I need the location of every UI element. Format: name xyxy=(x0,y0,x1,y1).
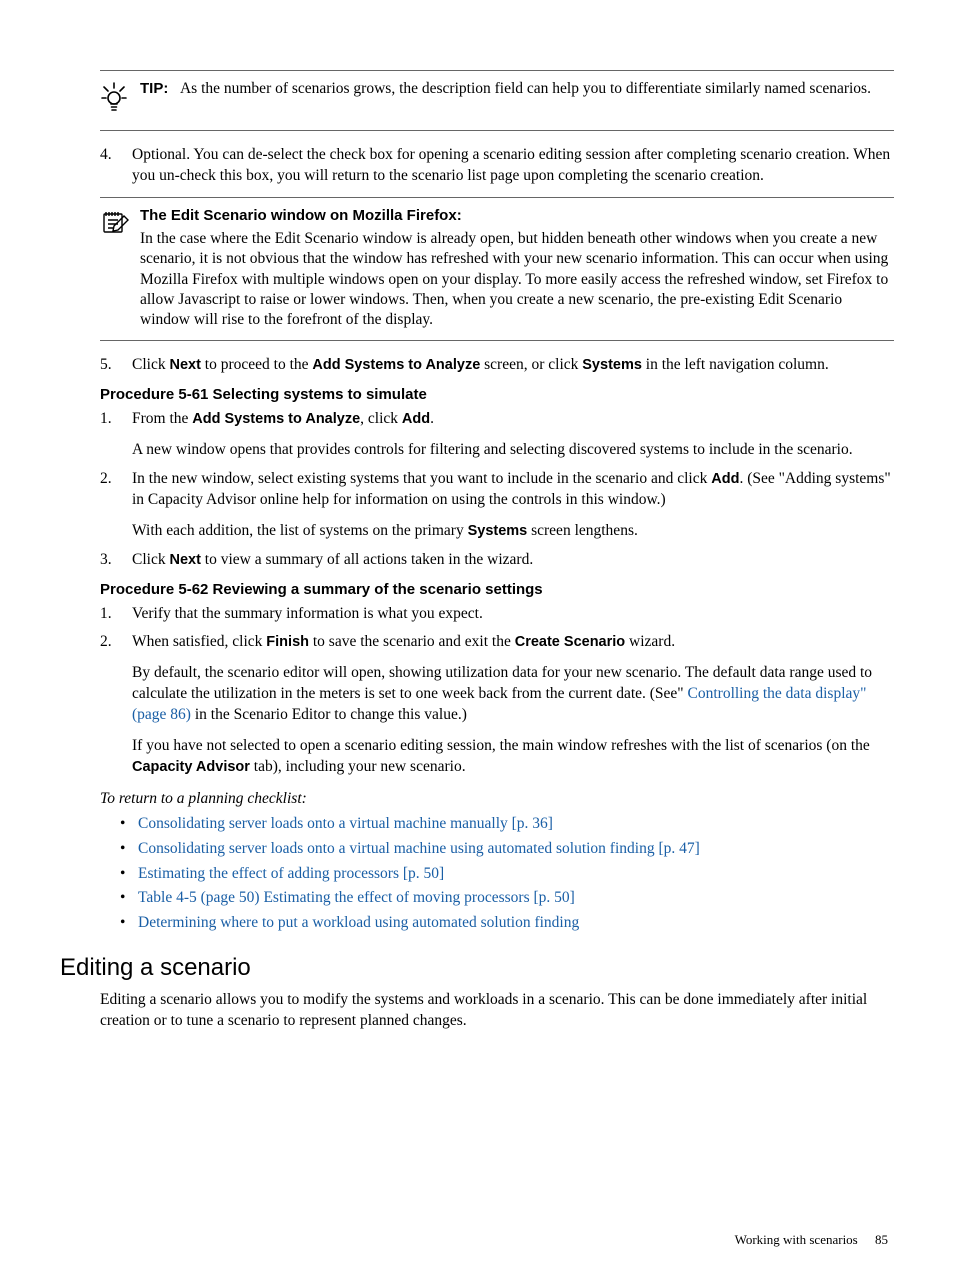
bold: Next xyxy=(169,552,200,568)
list-number: 1. xyxy=(100,604,132,625)
bold: Next xyxy=(169,357,200,373)
text: Click xyxy=(132,551,169,568)
step4-text: Optional. You can de-select the check bo… xyxy=(132,145,894,187)
proc61-step2: 2. In the new window, select existing sy… xyxy=(100,469,894,542)
link-table-4-5-moving-processors[interactable]: Table 4-5 (page 50) Estimating the effec… xyxy=(138,889,575,906)
text: With each addition, the list of systems … xyxy=(132,522,468,539)
text: in the Scenario Editor to change this va… xyxy=(191,706,467,723)
bold: Add Systems to Analyze xyxy=(192,411,360,427)
note-block: The Edit Scenario window on Mozilla Fire… xyxy=(100,197,894,341)
lightbulb-icon xyxy=(100,79,140,120)
text: screen, or click xyxy=(480,356,582,373)
text: In the new window, select existing syste… xyxy=(132,470,711,487)
proc61-step1: 1. From the Add Systems to Analyze, clic… xyxy=(100,409,894,461)
text: When satisfied, click xyxy=(132,633,266,650)
bold: Add xyxy=(711,471,739,487)
list-number: 2. xyxy=(100,469,132,542)
procedure-5-61-list: 1. From the Add Systems to Analyze, clic… xyxy=(100,409,894,571)
note-title: The Edit Scenario window on Mozilla Fire… xyxy=(140,206,894,226)
text: Click xyxy=(132,356,169,373)
list-body: In the new window, select existing syste… xyxy=(132,469,894,542)
list-body: Click Next to proceed to the Add Systems… xyxy=(132,355,894,376)
list-number: 1. xyxy=(100,409,132,461)
procedure-5-62-list: 1. Verify that the summary information i… xyxy=(100,604,894,778)
procedure-5-62-heading: Procedure 5-62 Reviewing a summary of th… xyxy=(100,581,894,598)
step-4: 4. Optional. You can de-select the check… xyxy=(100,145,894,187)
page: TIP: As the number of scenarios grows, t… xyxy=(0,0,954,1278)
text: to view a summary of all actions taken i… xyxy=(201,551,533,568)
page-footer: Working with scenarios 85 xyxy=(60,1232,894,1248)
text: , click xyxy=(360,410,402,427)
list-body: From the Add Systems to Analyze, click A… xyxy=(132,409,894,461)
proc62-step2: 2. When satisfied, click Finish to save … xyxy=(100,632,894,778)
link-determining-workload-placement[interactable]: Determining where to put a workload usin… xyxy=(138,914,579,931)
text: Verify that the summary information is w… xyxy=(132,604,894,625)
text: wizard. xyxy=(625,633,675,650)
text: in the left navigation column. xyxy=(642,356,829,373)
list-number: 5. xyxy=(100,355,132,376)
tip-text: As the number of scenarios grows, the de… xyxy=(180,80,871,97)
bold: Finish xyxy=(266,634,309,650)
list-body: Optional. You can de-select the check bo… xyxy=(132,145,894,187)
heading-editing-a-scenario: Editing a scenario xyxy=(60,954,894,982)
text: to save the scenario and exit the xyxy=(309,633,515,650)
bold: Add xyxy=(402,411,430,427)
bold: Systems xyxy=(582,357,642,373)
tip-block: TIP: As the number of scenarios grows, t… xyxy=(100,70,894,131)
page-number: 85 xyxy=(875,1232,888,1247)
ordered-list-top: 4. Optional. You can de-select the check… xyxy=(100,145,894,187)
text: to proceed to the xyxy=(201,356,312,373)
bold: Add Systems to Analyze xyxy=(312,357,480,373)
return-heading: To return to a planning checklist: xyxy=(100,790,894,808)
bold: Capacity Advisor xyxy=(132,759,250,775)
tip-body: TIP: As the number of scenarios grows, t… xyxy=(140,79,894,120)
footer-text: Working with scenarios xyxy=(735,1232,858,1247)
ordered-list-top2: 5. Click Next to proceed to the Add Syst… xyxy=(100,355,894,376)
procedure-5-61-heading: Procedure 5-61 Selecting systems to simu… xyxy=(100,386,894,403)
link-consolidating-automated[interactable]: Consolidating server loads onto a virtua… xyxy=(138,840,700,857)
note-text: In the case where the Edit Scenario wind… xyxy=(140,229,894,330)
note-body: The Edit Scenario window on Mozilla Fire… xyxy=(140,206,894,330)
step-5: 5. Click Next to proceed to the Add Syst… xyxy=(100,355,894,376)
list-number: 2. xyxy=(100,632,132,778)
link-consolidating-manual[interactable]: Consolidating server loads onto a virtua… xyxy=(138,815,553,832)
list-number: 3. xyxy=(100,550,132,571)
proc62-step1: 1. Verify that the summary information i… xyxy=(100,604,894,625)
checklist-links: Consolidating server loads onto a virtua… xyxy=(120,812,894,936)
proc61-step3: 3. Click Next to view a summary of all a… xyxy=(100,550,894,571)
link-estimating-adding-processors[interactable]: Estimating the effect of adding processo… xyxy=(138,865,444,882)
bold: Systems xyxy=(468,523,528,539)
list-body: When satisfied, click Finish to save the… xyxy=(132,632,894,778)
notepad-icon xyxy=(100,206,140,330)
text: tab), including your new scenario. xyxy=(250,758,466,775)
text: If you have not selected to open a scena… xyxy=(132,737,870,754)
tip-label: TIP: xyxy=(140,80,168,97)
text: . xyxy=(430,410,434,427)
text: screen lengthens. xyxy=(527,522,638,539)
text: From the xyxy=(132,410,192,427)
list-body: Click Next to view a summary of all acti… xyxy=(132,550,894,571)
bold: Create Scenario xyxy=(515,634,625,650)
editing-body: Editing a scenario allows you to modify … xyxy=(100,990,894,1032)
list-number: 4. xyxy=(100,145,132,187)
list-body: Verify that the summary information is w… xyxy=(132,604,894,625)
text: A new window opens that provides control… xyxy=(132,440,894,461)
